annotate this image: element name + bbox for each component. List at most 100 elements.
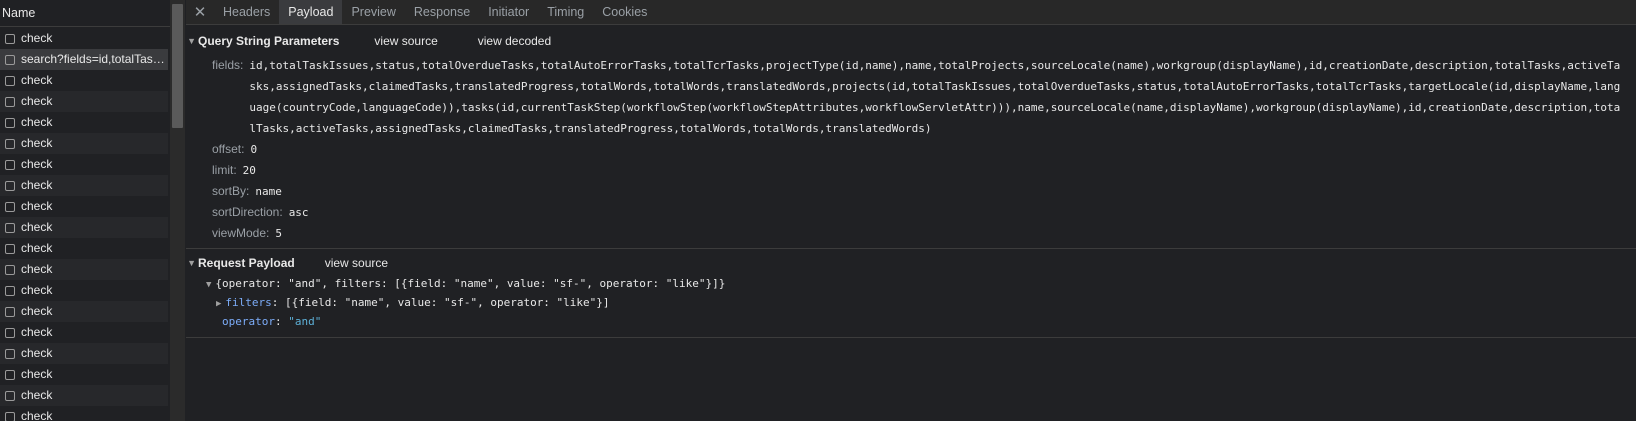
request-checkbox[interactable] — [5, 348, 15, 359]
request-checkbox[interactable] — [5, 75, 15, 86]
param-value: name — [255, 185, 282, 198]
param-row: sortBy: name — [212, 181, 1636, 202]
request-list: check search?fields=id,totalTaskIssues,st… — [0, 28, 168, 421]
query-params-header[interactable]: ▼ Query String Parameters view source vi… — [186, 31, 1636, 51]
operator-value: "and" — [288, 315, 322, 328]
request-checkbox[interactable] — [5, 201, 15, 212]
request-row[interactable]: check — [0, 196, 168, 217]
filters-row[interactable]: ▶ filters: [{field: "name", value: "sf-",… — [206, 294, 1636, 313]
filters-value: [{field: "name", value: "sf-", operator:… — [285, 296, 610, 309]
request-name: check — [21, 409, 53, 421]
request-checkbox[interactable] — [5, 180, 15, 191]
tab-timing[interactable]: Timing — [538, 0, 593, 24]
details-tabbar: ✕ Headers Payload Preview Response Initi… — [186, 0, 1636, 25]
request-row[interactable]: check — [0, 217, 168, 238]
param-row: limit: 20 — [212, 160, 1636, 181]
request-row[interactable]: check — [0, 364, 168, 385]
param-key: limit: — [212, 163, 237, 177]
request-checkbox[interactable] — [5, 369, 15, 380]
request-checkbox[interactable] — [5, 327, 15, 338]
request-row[interactable]: check — [0, 238, 168, 259]
request-name: check — [21, 136, 53, 150]
param-row: fields: id,totalTaskIssues,status,totalO… — [212, 55, 1636, 139]
request-payload-header[interactable]: ▼ Request Payload view source — [186, 253, 1636, 273]
request-row[interactable]: check — [0, 154, 168, 175]
details-panel: ✕ Headers Payload Preview Response Initi… — [186, 0, 1636, 421]
param-row: offset: 0 — [212, 139, 1636, 160]
request-checkbox[interactable] — [5, 222, 15, 233]
request-name: check — [21, 304, 53, 318]
request-checkbox[interactable] — [5, 390, 15, 401]
request-checkbox[interactable] — [5, 285, 15, 296]
request-checkbox[interactable] — [5, 33, 15, 44]
filters-key: filters — [225, 296, 272, 309]
payload-view-source-link[interactable]: view source — [325, 256, 388, 270]
request-name: check — [21, 367, 53, 381]
request-checkbox[interactable] — [5, 306, 15, 317]
section-divider — [186, 248, 1636, 249]
view-source-link[interactable]: view source — [374, 34, 437, 48]
tab-preview[interactable]: Preview — [342, 0, 404, 24]
request-row[interactable]: check — [0, 175, 168, 196]
request-row[interactable]: check — [0, 280, 168, 301]
request-name: check — [21, 220, 53, 234]
operator-row: operator: "and" — [222, 315, 322, 328]
request-name: check — [21, 31, 53, 45]
view-decoded-link[interactable]: view decoded — [478, 34, 551, 48]
tab-response[interactable]: Response — [405, 0, 479, 24]
request-name: check — [21, 283, 53, 297]
query-params-list: fields: id,totalTaskIssues,status,totalO… — [212, 55, 1636, 244]
tab-initiator[interactable]: Initiator — [479, 0, 538, 24]
name-column-header[interactable]: Name — [0, 0, 170, 27]
tab-payload[interactable]: Payload — [279, 0, 343, 24]
request-name: search?fields=id,totalTaskIssues,status,… — [21, 52, 166, 66]
request-row[interactable]: check — [0, 91, 168, 112]
collapse-triangle-icon[interactable]: ▼ — [206, 280, 211, 290]
request-checkbox[interactable] — [5, 96, 15, 107]
tab-headers[interactable]: Headers — [214, 0, 279, 24]
request-row[interactable]: check — [0, 112, 168, 133]
param-row: viewMode: 5 — [212, 223, 1636, 244]
payload-summary-row[interactable]: ▼ {operator: "and", filters: [{field: "na… — [206, 275, 1636, 294]
expand-triangle-icon[interactable]: ▼ — [186, 258, 196, 268]
request-payload-title: Request Payload — [198, 256, 295, 270]
request-row[interactable]: check — [0, 322, 168, 343]
param-row: sortDirection: asc — [212, 202, 1636, 223]
scrollbar-thumb[interactable] — [172, 4, 183, 128]
request-row[interactable]: check — [0, 28, 168, 49]
request-checkbox[interactable] — [5, 264, 15, 275]
request-row[interactable]: check — [0, 259, 168, 280]
request-row[interactable]: check — [0, 133, 168, 154]
expand-triangle-icon[interactable]: ▼ — [186, 36, 196, 46]
request-name: check — [21, 388, 53, 402]
request-row[interactable]: check — [0, 70, 168, 91]
request-checkbox[interactable] — [5, 159, 15, 170]
request-name: check — [21, 178, 53, 192]
param-key: offset: — [212, 142, 245, 156]
request-name: check — [21, 94, 53, 108]
request-name: check — [21, 115, 53, 129]
request-list-panel: Name check search?fields=id,totalTaskIssu… — [0, 0, 171, 421]
payload-summary: {operator: "and", filters: [{field: "nam… — [215, 277, 726, 290]
request-checkbox[interactable] — [5, 411, 15, 421]
request-name: check — [21, 73, 53, 87]
tab-cookies[interactable]: Cookies — [593, 0, 656, 24]
close-icon[interactable]: ✕ — [186, 0, 214, 24]
request-row[interactable]: check — [0, 343, 168, 364]
request-name: check — [21, 157, 53, 171]
request-name: check — [21, 262, 53, 276]
request-name: check — [21, 241, 53, 255]
param-key: sortDirection: — [212, 205, 283, 219]
param-value: 5 — [275, 227, 282, 240]
request-checkbox[interactable] — [5, 138, 15, 149]
expand-triangle-icon[interactable]: ▶ — [216, 299, 221, 309]
request-checkbox[interactable] — [5, 117, 15, 128]
payload-divider — [186, 337, 1636, 338]
request-row[interactable]: search?fields=id,totalTaskIssues,status,… — [0, 49, 168, 70]
request-row[interactable]: check — [0, 406, 168, 421]
param-value: asc — [288, 206, 309, 219]
request-checkbox[interactable] — [5, 243, 15, 254]
request-checkbox[interactable] — [5, 54, 15, 65]
request-row[interactable]: check — [0, 301, 168, 322]
request-row[interactable]: check — [0, 385, 168, 406]
